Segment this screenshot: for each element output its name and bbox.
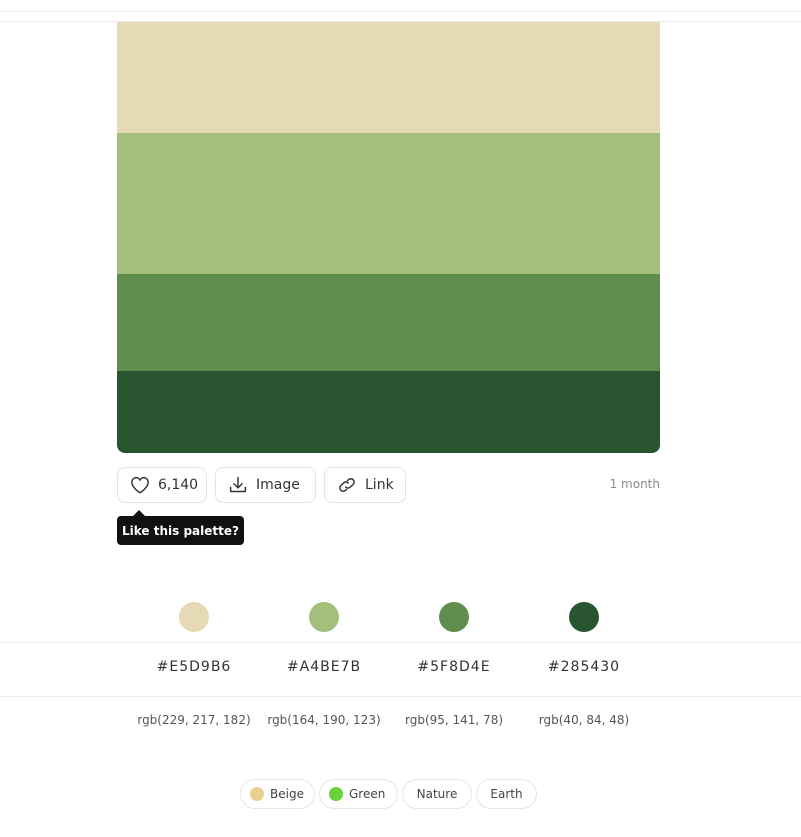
palette-age: 1 month: [609, 477, 660, 491]
heart-icon: [130, 476, 150, 494]
tag-label: Earth: [490, 787, 523, 801]
palette-swatch-1[interactable]: [117, 22, 660, 133]
palette-page: 6,140 Image Link 1 month Like this palet…: [0, 0, 801, 837]
hex-code-3[interactable]: #5F8D4E: [394, 659, 514, 675]
color-dot-3[interactable]: [439, 602, 469, 632]
rgb-code-1[interactable]: rgb(229, 217, 182): [129, 713, 259, 727]
palette-preview: [117, 22, 660, 453]
tag-label: Nature: [416, 787, 458, 801]
like-tooltip: Like this palette?: [117, 516, 244, 545]
hex-row-top-divider: [0, 642, 801, 643]
palette-swatch-4[interactable]: [117, 371, 660, 453]
tag-label: Beige: [270, 787, 304, 801]
image-label: Image: [256, 477, 300, 493]
like-button[interactable]: 6,140: [117, 467, 207, 503]
link-label: Link: [365, 477, 394, 493]
tag-color-dot: [329, 787, 343, 801]
copy-link-button[interactable]: Link: [324, 467, 406, 503]
rgb-code-3[interactable]: rgb(95, 141, 78): [389, 713, 519, 727]
rgb-code-2[interactable]: rgb(164, 190, 123): [259, 713, 389, 727]
hex-code-2[interactable]: #A4BE7B: [264, 659, 384, 675]
color-dot-1[interactable]: [179, 602, 209, 632]
download-icon: [228, 476, 248, 494]
hex-code-1[interactable]: #E5D9B6: [134, 659, 254, 675]
color-dot-2[interactable]: [309, 602, 339, 632]
like-count: 6,140: [158, 477, 199, 493]
tag-green[interactable]: Green: [319, 779, 398, 809]
hex-code-4[interactable]: #285430: [524, 659, 644, 675]
tag-nature[interactable]: Nature: [402, 779, 472, 809]
tag-color-dot: [250, 787, 264, 801]
color-dot-4[interactable]: [569, 602, 599, 632]
palette-swatch-2[interactable]: [117, 133, 660, 274]
header-divider: [0, 11, 801, 12]
palette-swatch-3[interactable]: [117, 274, 660, 371]
download-image-button[interactable]: Image: [215, 467, 316, 503]
rgb-code-4[interactable]: rgb(40, 84, 48): [519, 713, 649, 727]
hex-row-bottom-divider: [0, 696, 801, 697]
tag-earth[interactable]: Earth: [476, 779, 537, 809]
tag-label: Green: [349, 787, 386, 801]
tag-beige[interactable]: Beige: [240, 779, 315, 809]
link-icon: [337, 476, 357, 494]
